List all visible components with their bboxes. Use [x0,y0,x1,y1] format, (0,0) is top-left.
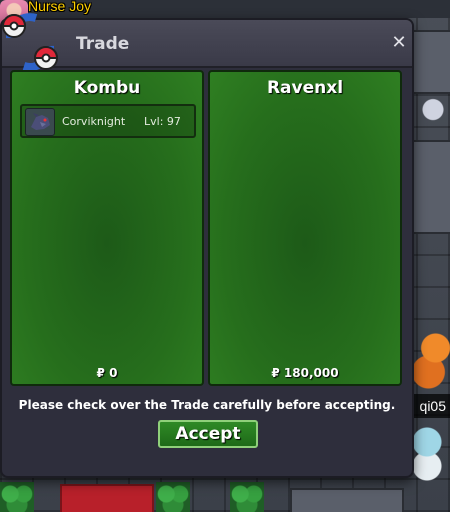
bush [156,482,190,512]
money-offer-partner: ₽ 180,000 [271,366,339,380]
accept-button[interactable]: Accept [158,420,258,448]
bush [230,482,264,512]
trade-item-row[interactable]: Corviknight Lvl: 97 [20,104,196,138]
close-icon[interactable]: ✕ [390,34,408,52]
player-name-tag: qi05 [410,394,450,418]
wall-block [410,140,450,234]
trade-notice: Please check over the Trade carefully be… [18,398,396,412]
trade-panel-self: Kombu Corviknight Lvl: 97 ₽ 0 [10,70,204,386]
money-offer-self: ₽ 0 [96,366,118,380]
floor-mat [290,488,404,512]
trade-window: Trade ✕ Kombu Corviknight Lvl: 97 ₽ 0 Ra… [0,13,414,478]
corviknight-sprite-icon [25,108,55,136]
trade-panel-partner: Ravenxl ₽ 180,000 [208,70,402,386]
red-sign [60,484,154,512]
trader-name-self: Kombu [73,78,141,98]
pokemon-name: Corviknight [62,115,126,128]
player-sprite[interactable] [410,424,444,484]
charizard-sprite[interactable] [414,330,450,390]
pokemon-level: Lvl: 97 [144,115,181,128]
npc-sprite[interactable] [420,96,446,130]
window-title: Trade [76,34,130,54]
pokeball-logo-icon [1,13,59,71]
bush [0,482,34,512]
wall-block [410,30,450,94]
trader-name-partner: Ravenxl [266,78,344,98]
